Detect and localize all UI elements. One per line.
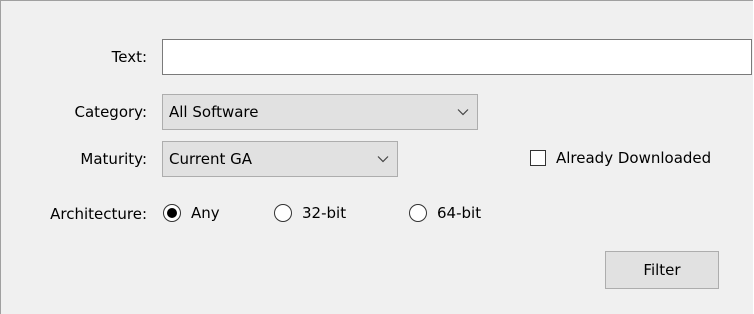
filter-button-label: Filter xyxy=(643,261,681,279)
architecture-radio-any[interactable]: Any xyxy=(163,204,220,222)
radio-label-any: Any xyxy=(191,204,220,222)
radio-button[interactable] xyxy=(409,204,427,222)
filter-button[interactable]: Filter xyxy=(605,251,719,289)
checkbox-box[interactable] xyxy=(530,150,546,166)
radio-label-32bit: 32-bit xyxy=(302,204,347,222)
architecture-radio-32bit[interactable]: 32-bit xyxy=(274,204,346,222)
maturity-dropdown[interactable]: Current GA xyxy=(162,141,398,177)
radio-button-selected[interactable] xyxy=(163,204,181,222)
chevron-down-icon xyxy=(449,108,477,116)
maturity-selected-value: Current GA xyxy=(169,150,252,168)
already-downloaded-label: Already Downloaded xyxy=(556,149,712,167)
text-search-input[interactable] xyxy=(162,39,752,75)
radio-label-64bit: 64-bit xyxy=(437,204,482,222)
text-label: Text: xyxy=(111,48,147,66)
filter-panel: Text: Category: All Software Maturity: C… xyxy=(0,0,753,314)
architecture-radio-64bit[interactable]: 64-bit xyxy=(409,204,481,222)
maturity-label: Maturity: xyxy=(80,150,147,168)
chevron-down-icon xyxy=(369,155,397,163)
already-downloaded-checkbox[interactable]: Already Downloaded xyxy=(530,149,711,167)
category-dropdown[interactable]: All Software xyxy=(162,94,478,130)
category-label: Category: xyxy=(74,103,147,121)
architecture-label: Architecture: xyxy=(50,205,147,223)
radio-button[interactable] xyxy=(274,204,292,222)
category-selected-value: All Software xyxy=(169,103,259,121)
